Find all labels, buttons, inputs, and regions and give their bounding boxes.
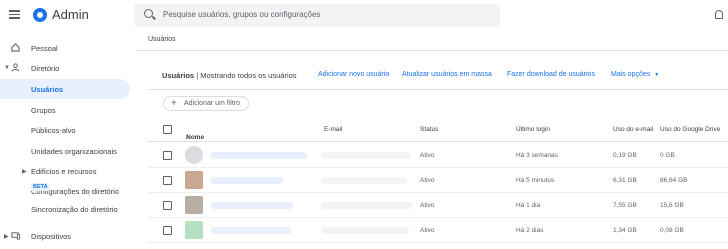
sidebar-item-publicos-alvo[interactable]: Públicos-alvo [0,120,130,140]
sidebar-item-unidades[interactable]: Unidades organizacionais [0,141,130,161]
add-filter-label: Adicionar um filtro [184,100,241,107]
user-email-redacted [321,152,411,159]
search-input[interactable]: Pesquise usuários, grupos ou configuraçõ… [163,10,320,19]
person-icon [11,63,20,72]
sidebar-item-label: Pessoal [31,43,58,53]
sidebar-item-label: Públicos-alvo [31,125,76,135]
menu-icon[interactable] [9,8,23,22]
sidebar-item-label: Grupos [31,105,56,115]
email-usage-cell: 6,31 GB [613,177,637,184]
col-header-drive-usage[interactable]: Uso do Google Drive [660,126,720,133]
chevron-down-icon: ▼ [654,72,660,78]
avatar [185,196,203,214]
user-email-redacted [321,227,409,234]
sidebar: Pessoal ▼ Diretório Usuários Grupos Públ… [0,32,136,249]
status-cell: Ativo [420,177,435,184]
arrow-up-icon: ↑ [186,134,190,141]
users-toolbar: Usuários | Mostrando todos os usuários A… [148,60,728,90]
table-row[interactable]: Ativo Há 5 minutos 6,31 GB 86,64 GB [148,168,728,193]
email-usage-cell: 1,34 GB [613,227,637,234]
user-name-redacted[interactable] [211,227,291,234]
chevron-right-icon[interactable]: ▶ [22,168,27,175]
table-row[interactable]: Ativo Há 2 dias 1,34 GB 0,08 GB [148,218,728,243]
plus-icon: + [171,98,177,109]
status-cell: Ativo [420,202,435,209]
sidebar-item-sincronizacao[interactable]: Sincronização do diretório [0,199,130,219]
header-divider [136,50,728,51]
notifications-bell-icon[interactable] [715,10,723,19]
avatar [185,171,203,189]
user-email-redacted [321,177,407,184]
table-header: Nome ↑ E-mail Status Último login Uso do… [148,118,728,142]
col-header-email-usage[interactable]: Uso do e-mail [613,126,653,133]
sidebar-item-label: Unidades organizacionais [31,146,117,156]
sidebar-item-label: Sincronização do diretório [31,204,118,214]
col-header-status[interactable]: Status [420,126,438,133]
drive-usage-cell: 86,64 GB [660,177,688,184]
user-name-redacted[interactable] [211,202,293,209]
app-title[interactable]: Admin [52,7,89,22]
home-icon [11,43,20,52]
admin-logo-icon[interactable] [33,8,47,22]
sidebar-item-label: Usuários [31,84,64,94]
email-usage-cell: 0,19 GB [613,152,637,159]
sidebar-item-label: Edifícios e recursos [31,166,97,176]
sidebar-item-label: Diretório [31,63,60,73]
user-email-redacted [321,202,413,209]
breadcrumb[interactable]: Usuários [148,36,176,43]
row-checkbox[interactable] [163,151,172,160]
sidebar-item-usuarios[interactable]: Usuários [0,79,130,99]
users-card: Usuários | Mostrando todos os usuários A… [148,60,728,249]
last-login-cell: Há 3 semanas [516,152,558,159]
search-bar[interactable]: Pesquise usuários, grupos ou configuraçõ… [134,4,500,27]
chevron-right-icon[interactable]: ▶ [4,233,9,240]
select-all-checkbox[interactable] [163,125,172,134]
download-users-link[interactable]: Fazer download de usuários [507,71,595,78]
status-cell: Ativo [420,227,435,234]
users-title: Usuários | Mostrando todos os usuários [162,71,297,80]
sidebar-item-dispositivos[interactable]: ▶ Dispositivos [0,226,130,246]
drive-usage-cell: 15,6 GB [660,202,684,209]
avatar [185,221,203,239]
row-checkbox[interactable] [163,176,172,185]
col-header-last-login[interactable]: Último login [516,126,550,133]
chevron-down-icon[interactable]: ▼ [4,65,10,71]
col-header-email[interactable]: E-mail [324,126,342,133]
sidebar-item-pessoal[interactable]: Pessoal [0,38,130,58]
drive-usage-cell: 0 GB [660,152,675,159]
sidebar-item-configuracoes[interactable]: Configurações do diretório [0,181,130,201]
devices-icon [11,232,20,240]
bulk-update-link[interactable]: Atualizar usuários em massa [402,71,492,78]
user-name-redacted[interactable] [211,152,307,159]
admin-console: Admin Pesquise usuários, grupos ou confi… [0,0,728,249]
sidebar-item-grupos[interactable]: Grupos [0,100,130,120]
search-icon[interactable] [144,9,153,18]
row-checkbox[interactable] [163,226,172,235]
drive-usage-cell: 0,08 GB [660,227,684,234]
row-checkbox[interactable] [163,201,172,210]
top-bar: Admin Pesquise usuários, grupos ou confi… [0,0,728,32]
sidebar-item-diretorio[interactable]: ▼ Diretório [0,58,130,78]
last-login-cell: Há 5 minutos [516,177,555,184]
sidebar-item-edificios[interactable]: ▶ Edifícios e recursos [0,161,130,181]
toolbar-divider [148,89,728,90]
user-name-redacted[interactable] [211,177,283,184]
table-row[interactable]: Ativo Há 3 semanas 0,19 GB 0 GB [148,143,728,168]
last-login-cell: Há 2 dias [516,227,544,234]
more-options-link[interactable]: Mais opções ▼ [611,71,659,78]
last-login-cell: Há 1 dia [516,202,541,209]
status-cell: Ativo [420,152,435,159]
add-filter-button[interactable]: + Adicionar um filtro [163,96,249,111]
add-user-link[interactable]: Adicionar novo usuário [318,71,389,78]
avatar [185,146,203,164]
sidebar-item-label: Dispositivos [31,231,72,241]
table-row[interactable]: Ativo Há 1 dia 7,55 GB 15,6 GB [148,193,728,218]
beta-badge: BETA [31,183,50,191]
email-usage-cell: 7,55 GB [613,202,637,209]
